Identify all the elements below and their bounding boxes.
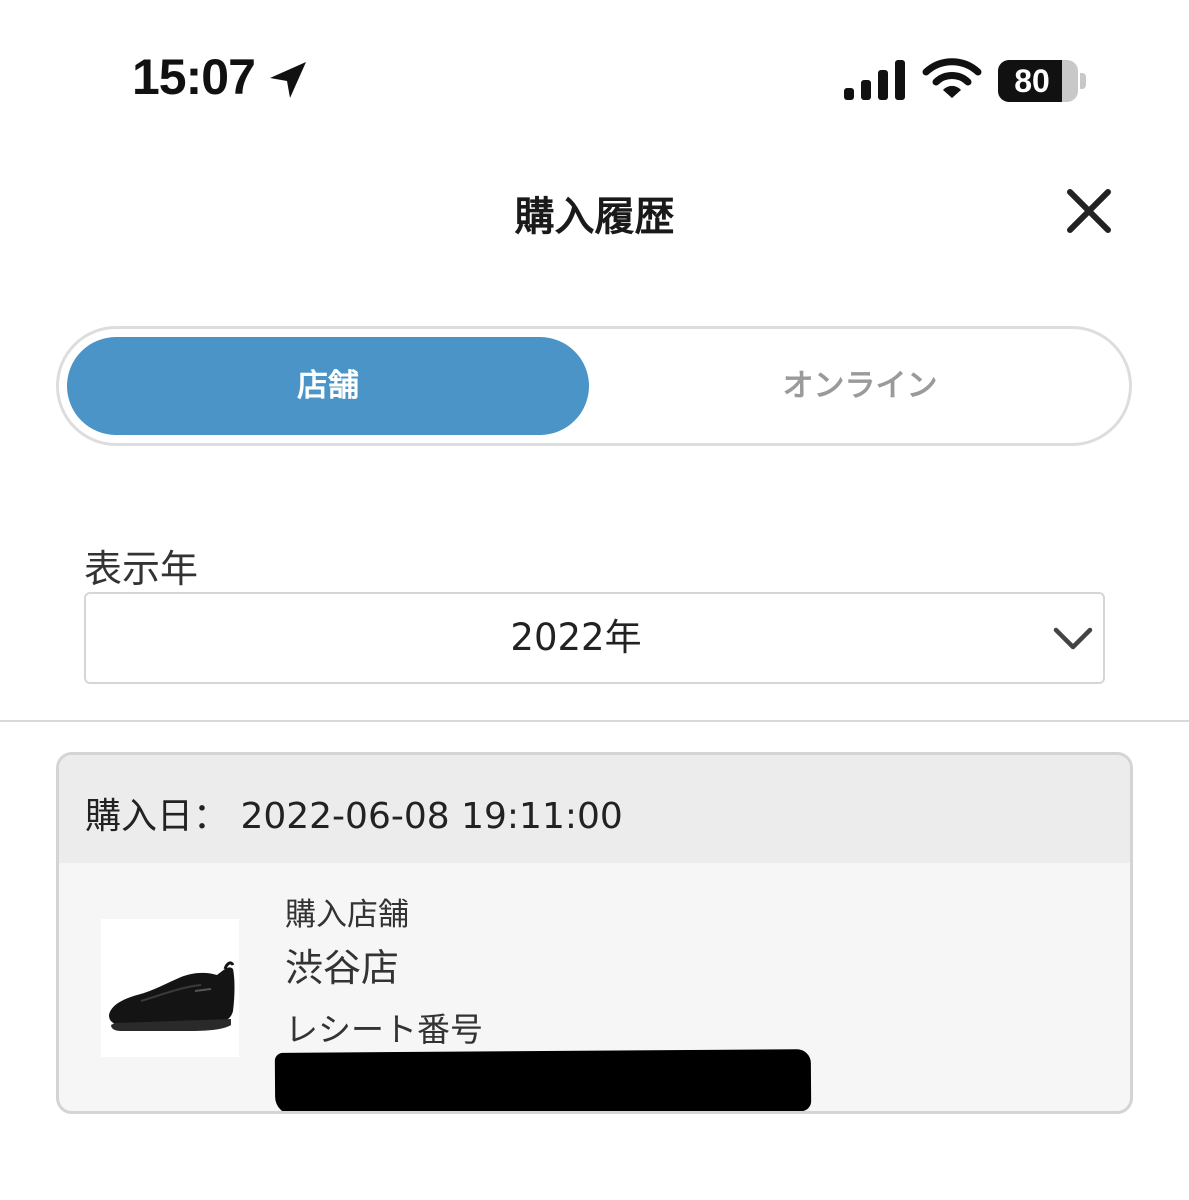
purchase-date: 購入日： 2022-06-08 19:11:00	[85, 796, 623, 837]
location-arrow-icon	[270, 62, 306, 98]
year-select[interactable]: 2022年	[84, 592, 1105, 684]
store-label: 購入店舗	[285, 897, 409, 933]
wifi-icon	[922, 58, 982, 98]
status-time: 15:07	[132, 49, 256, 105]
battery-cap	[1080, 73, 1086, 89]
section-divider	[0, 720, 1189, 722]
receipt-number-label: レシート番号	[285, 1010, 483, 1049]
page-title: 購入履歴	[514, 194, 675, 240]
chevron-down-icon	[1053, 627, 1093, 650]
battery-body: 80	[998, 60, 1078, 102]
close-button[interactable]	[1062, 184, 1116, 238]
shoe-icon	[109, 961, 235, 1031]
battery-icon: 80	[998, 60, 1088, 102]
cellular-signal-icon	[844, 60, 905, 100]
shoe-thumbnail	[101, 919, 239, 1057]
purchase-card[interactable]: 購入日： 2022-06-08 19:11:00 購入店舗 渋谷店 レシート番号	[56, 752, 1133, 1114]
year-filter-label: 表示年	[84, 547, 199, 591]
tab-online[interactable]: オンライン	[599, 337, 1121, 435]
tab-store[interactable]: 店舗	[67, 337, 589, 435]
close-icon	[1067, 189, 1111, 233]
purchase-card-header: 購入日： 2022-06-08 19:11:00	[59, 755, 1130, 863]
battery-level: 80	[1014, 63, 1050, 99]
receipt-number-redaction	[274, 1049, 812, 1111]
year-select-value: 2022年	[510, 616, 642, 659]
purchase-type-tabs: 店舗 オンライン	[56, 326, 1132, 446]
store-name: 渋谷店	[285, 946, 400, 990]
